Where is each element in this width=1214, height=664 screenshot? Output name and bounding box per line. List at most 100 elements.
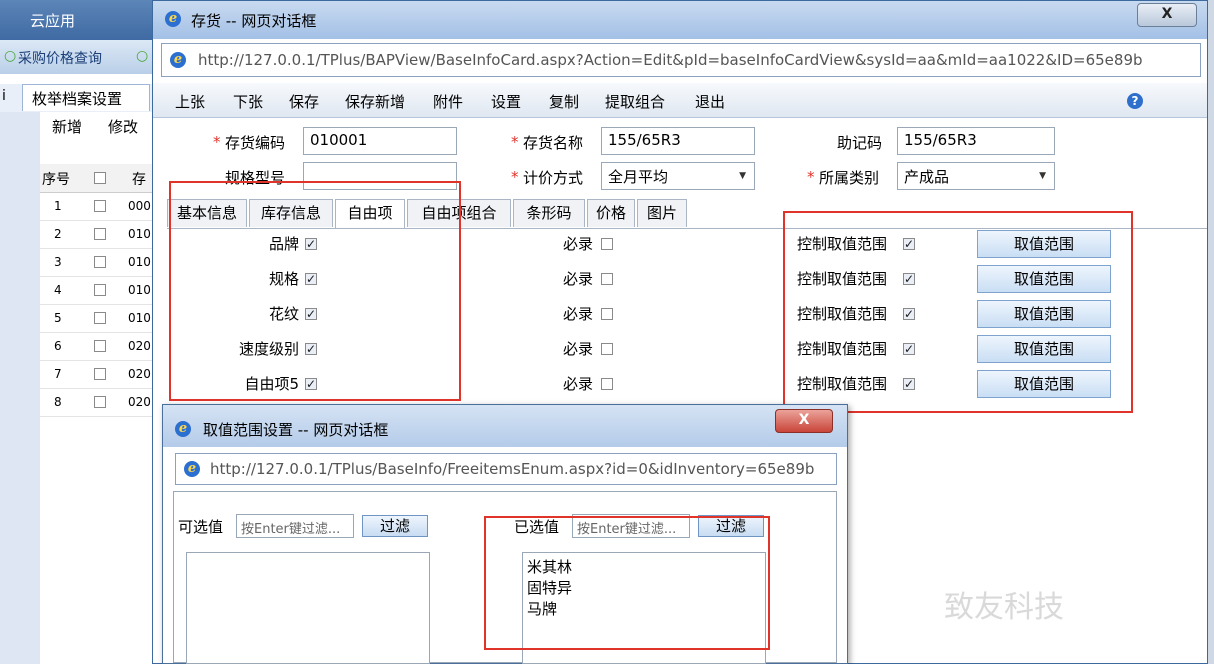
row-seq: 7 [54,367,62,381]
valuation-select[interactable]: 全月平均 [601,162,755,190]
table-row[interactable]: 6 020 [40,332,160,361]
row-seq: 2 [54,227,62,241]
row-checkbox[interactable] [94,312,106,324]
toolbar-save-new-button[interactable]: 保存新增 [345,91,405,112]
right-edge-strip [1208,0,1214,664]
row-checkbox[interactable] [94,200,106,212]
toolbar-prev-button[interactable]: 上张 [175,91,205,112]
inventory-toolbar: 上张 下张 保存 保存新增 附件 设置 复制 提取组合 退出 ? [153,83,1207,118]
background-app-title: 云应用 [30,12,76,30]
toolbar-copy-button[interactable]: 复制 [549,91,579,112]
tab-dot-icon: ○ [136,48,149,64]
row-checkbox[interactable] [94,396,106,408]
close-button[interactable]: X [1137,3,1197,27]
row-checkbox[interactable] [94,228,106,240]
category-select[interactable]: 产成品 [897,162,1055,190]
required-mark: * [511,133,519,151]
help-icon[interactable]: ? [1127,93,1143,109]
table-row[interactable]: 3 010 [40,248,160,277]
range-dialog-address-bar: e http://127.0.0.1/TPlus/BaseInfo/Freeit… [175,453,837,485]
row-code: 010 [128,227,151,241]
row-seq: 1 [54,199,62,213]
toolbar-next-button[interactable]: 下张 [233,91,263,112]
row-code: 010 [128,311,151,325]
background-grid: 新增 修改 序号 存 1 000 2 010 3 010 4 010 5 010 6 020 7 020 8… [40,112,160,664]
tab-dot-icon: ○ [4,48,17,64]
table-row[interactable]: 2 010 [40,220,160,249]
tab-price[interactable]: 价格 [587,199,635,227]
toolbar-extract-combo-button[interactable]: 提取组合 [605,91,665,112]
required-checkbox[interactable] [601,308,613,320]
background-left-strip [0,112,41,664]
valuation-label: 计价方式 [523,169,584,187]
toolbar-settings-button[interactable]: 设置 [491,91,521,112]
page-icon: e [184,461,200,477]
valuation-value: 全月平均 [608,168,669,186]
name-label: 存货名称 [523,134,584,152]
name-input[interactable]: 155/65R3 [601,127,755,155]
code-input[interactable]: 010001 [303,127,457,155]
tab-enum-archive-settings[interactable]: 枚举档案设置 [32,88,122,109]
range-dialog-close-button[interactable]: X [775,409,833,433]
required-label: 必录 [563,375,594,393]
mnemonic-label: 助记码 [837,134,883,152]
required-checkbox[interactable] [601,343,613,355]
required-mark: * [807,168,815,186]
watermark: 致友科技 [944,590,1064,625]
required-checkbox[interactable] [601,238,613,250]
code-label: 存货编码 [225,134,286,152]
row-code: 020 [128,395,151,409]
highlight-box-free-items [169,181,461,401]
row-code: 010 [128,255,151,269]
inventory-dialog-title: 存货 -- 网页对话框 [191,12,317,30]
available-values-list[interactable] [186,552,430,664]
category-label: 所属类别 [819,169,880,187]
grid-header-code: 存 [132,172,146,188]
toolbar-exit-button[interactable]: 退出 [695,91,725,112]
row-checkbox[interactable] [94,284,106,296]
required-label: 必录 [563,340,594,358]
inventory-dialog-url: http://127.0.0.1/TPlus/BAPView/BaseInfoC… [198,51,1143,69]
toolbar-save-button[interactable]: 保存 [289,91,319,112]
add-button[interactable]: 新增 [52,116,82,137]
table-row[interactable]: 4 010 [40,276,160,305]
row-checkbox[interactable] [94,256,106,268]
grid-header-seq: 序号 [42,172,70,188]
required-label: 必录 [563,235,594,253]
tab-image[interactable]: 图片 [637,199,687,227]
row-code: 020 [128,339,151,353]
page-icon: e [170,52,186,68]
table-row[interactable]: 7 020 [40,360,160,389]
table-row[interactable]: 5 010 [40,304,160,333]
edit-button[interactable]: 修改 [108,116,138,137]
row-code: 020 [128,367,151,381]
range-dialog-title: 取值范围设置 -- 网页对话框 [203,421,389,439]
required-checkbox[interactable] [601,273,613,285]
toolbar-attachment-button[interactable]: 附件 [433,91,463,112]
left-label: i [2,88,6,104]
tab-spacer [0,74,160,84]
ie-logo-icon: e [175,421,191,437]
row-checkbox[interactable] [94,340,106,352]
range-settings-dialog: e 取值范围设置 -- 网页对话框 X e http://127.0.0.1/T… [162,404,848,664]
grid-header: 序号 存 [40,164,160,193]
background-subtab: i 枚举档案设置 [0,84,160,113]
tab-barcode[interactable]: 条形码 [513,199,585,227]
required-checkbox[interactable] [601,378,613,390]
range-dialog-body: 可选值 按Enter键过滤... 过滤 已选值 按Enter键过滤... 过滤 … [173,491,837,664]
table-row[interactable]: 1 000 [40,192,160,221]
mnemonic-input[interactable]: 155/65R3 [897,127,1055,155]
available-filter-button[interactable]: 过滤 [362,515,428,537]
tab-purchase-price-query[interactable]: 采购价格查询 [18,48,102,68]
range-dialog-titlebar: e 取值范围设置 -- 网页对话框 X [163,405,847,447]
table-row[interactable]: 8 020 [40,388,160,417]
required-mark: * [213,133,221,151]
required-mark: * [511,168,519,186]
row-seq: 3 [54,255,62,269]
ie-logo-icon: e [165,11,181,27]
available-filter-input[interactable]: 按Enter键过滤... [236,514,354,538]
category-value: 产成品 [904,168,950,186]
background-app-tabbar: ○ 采购价格查询 ○ [0,40,160,75]
row-checkbox[interactable] [94,368,106,380]
select-all-checkbox[interactable] [94,172,106,184]
